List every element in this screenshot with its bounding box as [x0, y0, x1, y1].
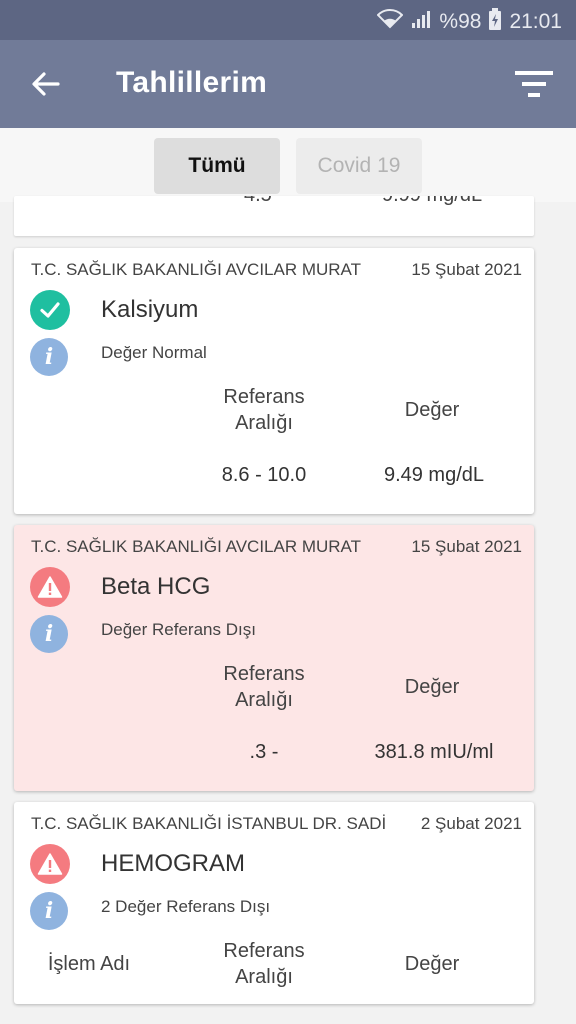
institution-name: T.C. SAĞLIK BAKANLIĞI AVCILAR MURAT	[31, 260, 362, 279]
status-indicators: %98 21:01	[376, 8, 562, 36]
ref-header-line2: Aralığı	[235, 412, 293, 434]
value-header: Değer	[404, 676, 460, 698]
page-title: Tahlillerim	[116, 66, 268, 99]
institution-name: T.C. SAĞLIK BAKANLIĞI İSTANBUL DR. SADİ	[31, 814, 387, 833]
filter-tabs: Tümü Covid 19	[0, 128, 576, 202]
status-text: Değer Referans Dışı	[101, 620, 256, 639]
tab-all[interactable]: Tümü	[154, 138, 280, 194]
result-date: 15 Şubat 2021	[411, 537, 522, 556]
result-date: 15 Şubat 2021	[411, 260, 522, 279]
status-bar: %98 21:01	[0, 0, 576, 40]
info-icon[interactable]: i	[30, 615, 68, 653]
result-value: 9.49 mg/dL	[383, 464, 485, 486]
test-name: HEMOGRAM	[101, 850, 245, 877]
info-icon[interactable]: i	[30, 338, 68, 376]
app-bar: Tahlillerim	[0, 40, 576, 128]
reference-range-header: Referans Aralığı	[204, 938, 324, 990]
test-name: Beta HCG	[101, 573, 211, 600]
check-icon	[30, 290, 70, 330]
result-date: 2 Şubat 2021	[420, 814, 522, 833]
battery-percent: %98	[439, 10, 482, 33]
reference-range: 4.5	[244, 196, 272, 207]
test-name: Kalsiyum	[101, 296, 199, 323]
value-header: Değer	[404, 399, 460, 421]
reference-range-header: Referans Aralığı	[204, 661, 324, 713]
ref-header-line2: Aralığı	[235, 966, 293, 988]
operation-name-header: İşlem Adı	[47, 953, 131, 975]
signal-icon	[411, 9, 431, 35]
status-text: Değer Normal	[101, 343, 207, 362]
reference-range-header: Referans Aralığı	[204, 384, 324, 436]
result-card-kalsiyum[interactable]: T.C. SAĞLIK BAKANLIĞI AVCILAR MURAT 15 Ş…	[14, 248, 534, 514]
battery-charging-icon	[489, 8, 502, 36]
ref-header-line1: Referans	[223, 386, 305, 408]
institution-name: T.C. SAĞLIK BAKANLIĞI AVCILAR MURAT	[31, 537, 362, 556]
result-value: 381.8 mIU/ml	[374, 741, 494, 763]
ref-header-line1: Referans	[223, 663, 305, 685]
result-value: 9.99 mg/dL	[382, 196, 482, 207]
reference-range: .3 -	[249, 741, 279, 763]
result-card-beta-hcg[interactable]: T.C. SAĞLIK BAKANLIĞI AVCILAR MURAT 15 Ş…	[14, 525, 534, 791]
warning-icon	[30, 567, 70, 607]
status-text: 2 Değer Referans Dışı	[101, 897, 271, 916]
ref-header-line2: Aralığı	[235, 689, 293, 711]
arrow-left-icon[interactable]	[28, 66, 64, 102]
info-icon[interactable]: i	[30, 892, 68, 930]
value-header: Değer	[404, 953, 460, 975]
warning-icon	[30, 844, 70, 884]
result-card-partial[interactable]: 4.5 9.99 mg/dL	[14, 196, 534, 236]
ref-header-line1: Referans	[223, 940, 305, 962]
reference-range: 8.6 - 10.0	[221, 464, 307, 486]
tab-covid19[interactable]: Covid 19	[296, 138, 422, 194]
filter-icon[interactable]	[514, 68, 554, 100]
wifi-icon	[376, 9, 404, 35]
result-card-hemogram[interactable]: T.C. SAĞLIK BAKANLIĞI İSTANBUL DR. SADİ …	[14, 802, 534, 1004]
clock: 21:01	[509, 10, 562, 33]
